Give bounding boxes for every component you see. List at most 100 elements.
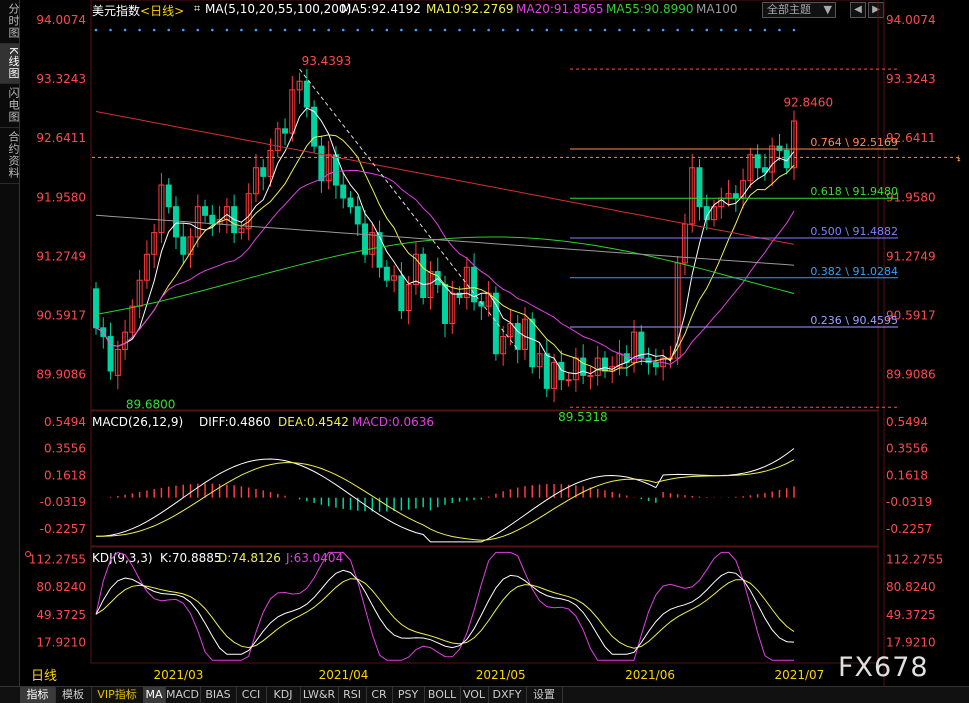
chart-canvas[interactable]: 94.0074 94.007493.3243 93.324392.6411 92.64… xyxy=(20,0,969,686)
price-tick-left: 91.2749 xyxy=(36,249,86,263)
toolbar-item-dxfy[interactable]: DXFY xyxy=(488,687,527,703)
candle-down xyxy=(529,318,536,368)
toolbar-item-cci[interactable]: CCI xyxy=(236,687,267,703)
signal-dot xyxy=(676,28,679,32)
kdj-tick-left: 49.3725 xyxy=(36,608,86,622)
recent-high-label: 92.8460 xyxy=(783,95,833,109)
macd-tick-left: 0.3556 xyxy=(44,442,86,456)
x-axis-date-label: 2021/04 xyxy=(319,668,369,682)
toolbar-item-vol[interactable]: VOL xyxy=(460,687,489,703)
candle-down xyxy=(383,266,390,281)
candle-up xyxy=(587,374,594,377)
toolbar-item-psy[interactable]: PSY xyxy=(392,687,425,703)
toolbar-item-vip指标[interactable]: VIP指标 xyxy=(91,687,144,703)
candle-down xyxy=(354,206,361,225)
macd-tick-right: -0.0319 xyxy=(886,495,932,509)
macd-tick-left: 0.5494 xyxy=(44,415,86,429)
kdj-tick-right: 49.3725 xyxy=(886,608,936,622)
x-axis-date-label: 2021/05 xyxy=(476,668,526,682)
signal-dot xyxy=(94,28,98,32)
kdj-k-line xyxy=(95,569,795,655)
signal-dot xyxy=(603,28,607,32)
candle-down xyxy=(420,253,427,299)
price-tick-right: 94.0074 xyxy=(886,13,936,27)
macd-diff: DIFF:0.4860 xyxy=(199,415,271,429)
candle-down xyxy=(340,184,347,199)
candle-down xyxy=(652,361,659,368)
signal-dot xyxy=(341,28,345,32)
toolbar-item-rsi[interactable]: RSI xyxy=(338,687,367,703)
signal-dot xyxy=(487,28,490,32)
toolbar-item-lwr[interactable]: LW&R xyxy=(300,687,339,703)
price-tick-left: 91.9580 xyxy=(36,190,86,204)
fib-level-label: 0.236 \ 90.4595 xyxy=(810,314,898,327)
macd-dea: DEA:0.4542 xyxy=(278,415,349,429)
candle-down xyxy=(172,206,179,238)
kdj-tick-right: 80.8240 xyxy=(886,580,936,594)
toolbar-item-bias[interactable]: BIAS xyxy=(200,687,237,703)
fib-level-label: 0.500 \ 91.4882 xyxy=(810,225,898,238)
toolbar-item-kdj[interactable]: KDJ xyxy=(266,687,301,703)
signal-dot xyxy=(312,28,316,32)
signal-dot xyxy=(414,28,418,32)
kdj-d: D:74.8126 xyxy=(218,551,281,565)
kdj-title: KDJ(9,3,3) xyxy=(92,551,153,565)
kdj-tick-right: 112.2755 xyxy=(886,552,943,566)
signal-dot xyxy=(269,28,272,32)
signal-dot xyxy=(705,28,709,32)
candle-down xyxy=(601,357,608,372)
candle-down xyxy=(398,275,405,311)
signal-dot xyxy=(647,28,650,32)
kdj-j: J:63.0404 xyxy=(285,551,343,565)
kdj-j-line xyxy=(95,551,794,661)
signal-dot xyxy=(574,28,578,32)
candle-down xyxy=(318,145,325,182)
kdj-tick-left: 112.2755 xyxy=(29,552,86,566)
signal-dot xyxy=(632,28,636,32)
signal-dot xyxy=(225,28,229,32)
signal-dot xyxy=(458,28,461,32)
signal-dot xyxy=(370,28,374,32)
signal-dot xyxy=(530,28,534,32)
period-tab-daily[interactable]: 日线 xyxy=(20,668,68,685)
price-tick-left: 89.9086 xyxy=(36,368,86,382)
signal-dot xyxy=(749,28,752,32)
panel-frame xyxy=(90,410,879,547)
candle-down xyxy=(282,128,289,134)
sidebar-item-contract-info[interactable]: 合约资料 xyxy=(0,128,20,185)
macd-tick-left: -0.2257 xyxy=(40,522,86,536)
toolbar-item-cr[interactable]: CR xyxy=(366,687,393,703)
macd-tick-left: 0.1618 xyxy=(44,468,86,482)
current-price-marker: ⯯ xyxy=(956,154,961,164)
price-tick-right: 89.9086 xyxy=(886,368,936,382)
price-tick-right: 93.3243 xyxy=(886,72,936,86)
low2-price-label: 89.5318 xyxy=(558,410,608,424)
fib-level-label: 0.618 \ 91.9480 xyxy=(810,185,898,198)
low-price-label: 89.6800 xyxy=(126,397,176,411)
candle-down xyxy=(260,167,267,177)
toolbar-item-指标[interactable]: 指标 xyxy=(20,687,56,703)
signal-dot xyxy=(763,28,767,32)
toolbar-item-ma[interactable]: MA xyxy=(143,687,166,703)
candle-down xyxy=(165,184,172,208)
signal-dot xyxy=(138,28,141,32)
toolbar-item-macd[interactable]: MACD xyxy=(165,687,201,703)
toolbar-item-boll[interactable]: BOLL xyxy=(424,687,461,703)
signal-dot xyxy=(501,28,505,32)
signal-dot xyxy=(167,28,171,32)
sidebar-item-timeshare[interactable]: 分时图 xyxy=(0,0,20,44)
sidebar-item-kline[interactable]: K线图 xyxy=(0,44,20,85)
toolbar-item-模板[interactable]: 模板 xyxy=(55,687,92,703)
high-price-label: 93.4393 xyxy=(302,54,352,68)
kdj-k: K:70.8885 xyxy=(160,551,222,565)
macd-value: MACD:0.0636 xyxy=(352,415,434,429)
sidebar-item-lightning[interactable]: 闪电图 xyxy=(0,84,20,129)
price-tick-right: 91.2749 xyxy=(886,249,936,263)
signal-dot xyxy=(385,28,389,32)
kdj-tick-right: 17.9210 xyxy=(886,636,936,650)
macd-tick-left: -0.0319 xyxy=(40,495,86,509)
price-tick-left: 94.0074 xyxy=(36,13,86,27)
signal-dot xyxy=(429,28,432,32)
toolbar-item-设置[interactable]: 设置 xyxy=(526,687,563,703)
signal-dot xyxy=(109,28,112,32)
